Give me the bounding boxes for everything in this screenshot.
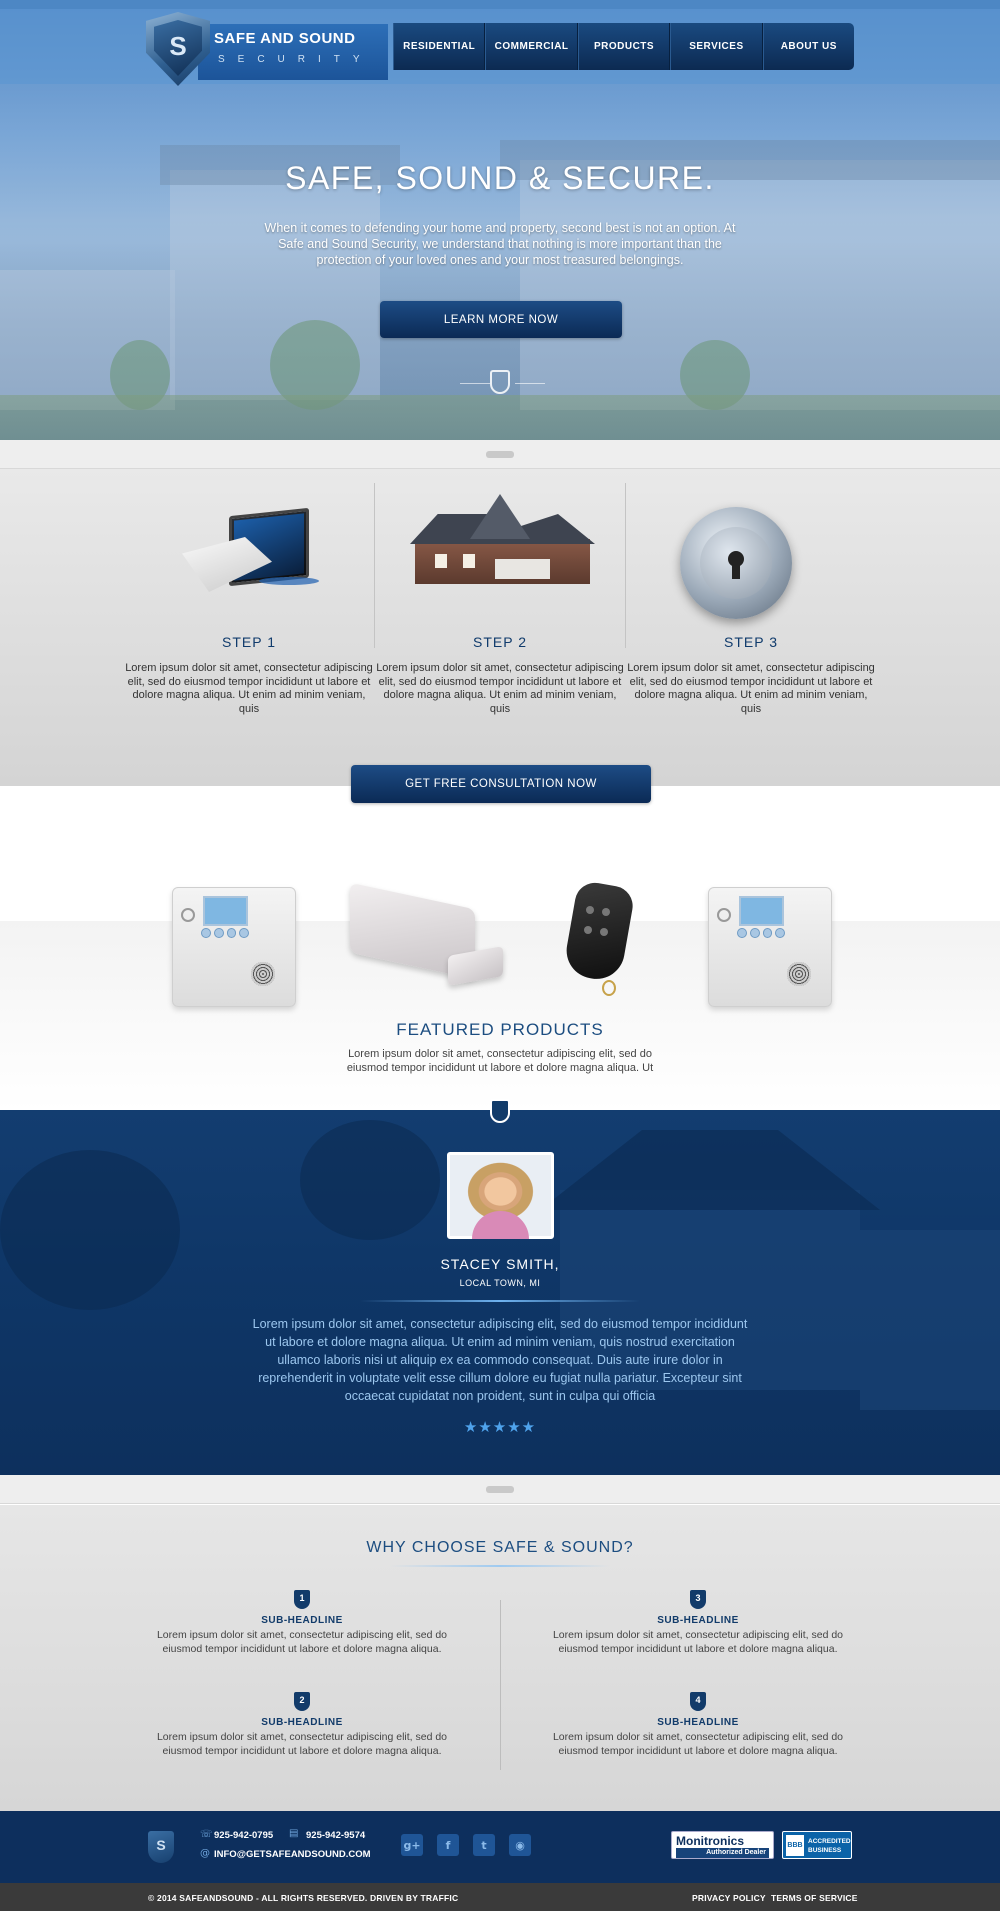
customer-photo [447, 1152, 554, 1239]
section-divider [0, 1475, 1000, 1504]
step-title: STEP 2 [473, 634, 527, 650]
footer-logo[interactable]: S [148, 1831, 174, 1863]
bbb-logo: BBB [786, 1835, 804, 1856]
testimonial-quote: Lorem ipsum dolor sit amet, consectetur … [252, 1317, 748, 1403]
bg-roof [540, 1130, 880, 1210]
bbb-accredited-badge[interactable]: BBB ACCREDITED BUSINESS [782, 1831, 852, 1859]
step-text: Lorem ipsum dolor sit amet, consectetur … [627, 662, 875, 715]
footer-fax: 925-942-9574 [306, 1830, 366, 1841]
rating-stars: ★★★★★ [463, 1418, 537, 1436]
bg-tree [300, 1120, 440, 1240]
rss-icon[interactable]: ◉ [509, 1834, 531, 1856]
monitronics-badge[interactable]: Monitronics Authorized Dealer [671, 1831, 774, 1859]
learn-more-button[interactable]: LEARN MORE NOW [380, 301, 622, 338]
logo-tagline: SECURITY [218, 54, 373, 65]
main-nav: RESIDENTIAL COMMERCIAL PRODUCTS SERVICES… [393, 23, 854, 70]
bottom-bar: © 2014 SAFEANDSOUND - ALL RIGHTS RESERVE… [0, 1883, 1000, 1911]
feature-headline: SUB-HEADLINE [261, 1717, 343, 1728]
footer-phone[interactable]: 925-942-0795 [214, 1830, 273, 1841]
feature-headline: SUB-HEADLINE [261, 1615, 343, 1626]
nav-item-commercial[interactable]: COMMERCIAL [485, 23, 578, 70]
feature-text: Lorem ipsum dolor sit amet, consectetur … [156, 1731, 448, 1757]
feature-text: Lorem ipsum dolor sit amet, consectetur … [552, 1731, 844, 1757]
logo-name: SAFE AND SOUND [214, 30, 356, 47]
step-card: STEP 3 Lorem ipsum dolor sit amet, conse… [626, 469, 876, 716]
alarm-panel-image[interactable] [172, 887, 296, 1007]
house-icon [375, 469, 625, 634]
nav-item-residential[interactable]: RESIDENTIAL [393, 23, 486, 70]
column-separator [500, 1600, 501, 1770]
shield-icon [490, 370, 510, 394]
step-card: STEP 2 Lorem ipsum dolor sit amet, conse… [375, 469, 625, 716]
nav-item-services[interactable]: SERVICES [670, 23, 763, 70]
phone-icon: ☏ [200, 1829, 213, 1840]
customer-location: LOCAL TOWN, MI [459, 1278, 541, 1288]
google-plus-icon[interactable]: g+ [401, 1834, 423, 1856]
feature-item: 3 SUB-HEADLINE Lorem ipsum dolor sit ame… [538, 1590, 858, 1656]
monitronics-name: Monitronics [676, 1834, 744, 1848]
divider-handle [486, 1486, 514, 1493]
key-fob-image[interactable] [562, 879, 640, 1004]
terms-of-service-link[interactable]: TERMS OF SERVICE [771, 1893, 858, 1903]
footer-email[interactable]: INFO@GETSAFEANDSOUND.COM [214, 1849, 371, 1860]
step-title: STEP 1 [222, 634, 276, 650]
steps-section: STEP 1 Lorem ipsum dolor sit amet, conse… [0, 469, 1000, 786]
nav-item-products[interactable]: PRODUCTS [577, 23, 671, 70]
step-text: Lorem ipsum dolor sit amet, consectetur … [125, 662, 373, 715]
fax-icon: ▤ [289, 1828, 299, 1839]
hero-text: When it comes to defending your home and… [264, 221, 736, 267]
feature-text: Lorem ipsum dolor sit amet, consectetur … [552, 1629, 844, 1655]
nav-item-about-us[interactable]: ABOUT US [762, 23, 854, 70]
site-logo[interactable]: S SAFE AND SOUND SECURITY [146, 12, 394, 86]
feature-item: 2 SUB-HEADLINE Lorem ipsum dolor sit ame… [142, 1692, 462, 1758]
bbb-text: ACCREDITED BUSINESS [808, 1837, 851, 1855]
step-card: STEP 1 Lorem ipsum dolor sit amet, conse… [124, 469, 374, 716]
testimonial-section: STACEY SMITH, LOCAL TOWN, MI Lorem ipsum… [0, 1110, 1000, 1475]
step-title: STEP 3 [724, 634, 778, 650]
divider-handle [486, 451, 514, 458]
divider-line [460, 383, 490, 384]
step-text: Lorem ipsum dolor sit amet, consectetur … [376, 662, 624, 715]
glow-line [390, 1565, 610, 1567]
why-choose-section: WHY CHOOSE SAFE & SOUND? 1 SUB-HEADLINE … [0, 1505, 1000, 1811]
products-section: FEATURED PRODUCTS Lorem ipsum dolor sit … [0, 804, 1000, 1111]
number-shield-icon: 3 [690, 1590, 706, 1609]
email-icon: @ [200, 1848, 210, 1859]
feature-headline: SUB-HEADLINE [657, 1615, 739, 1626]
bbb-line-2: BUSINESS [808, 1847, 842, 1854]
divider-line [515, 383, 545, 384]
alarm-panel-image[interactable] [708, 887, 832, 1007]
privacy-policy-link[interactable]: PRIVACY POLICY [692, 1893, 766, 1903]
featured-products-title: FEATURED PRODUCTS [396, 1020, 604, 1039]
bbb-line-1: ACCREDITED [808, 1838, 851, 1845]
door-sensor-image[interactable] [350, 882, 505, 1006]
facebook-icon[interactable]: f [437, 1834, 459, 1856]
free-consultation-button[interactable]: GET FREE CONSULTATION NOW [351, 765, 651, 803]
why-choose-title: WHY CHOOSE SAFE & SOUND? [366, 1539, 634, 1556]
featured-products-text: Lorem ipsum dolor sit amet, consectetur … [346, 1048, 654, 1074]
feature-item: 4 SUB-HEADLINE Lorem ipsum dolor sit ame… [538, 1692, 858, 1758]
customer-name: STACEY SMITH, [440, 1256, 560, 1272]
number-shield-icon: 4 [690, 1692, 706, 1711]
copyright-text: © 2014 SAFEANDSOUND - ALL RIGHTS RESERVE… [148, 1893, 459, 1903]
number-shield-icon: 1 [294, 1590, 310, 1609]
hero-section: S SAFE AND SOUND SECURITY RESIDENTIAL CO… [0, 0, 1000, 440]
section-divider [0, 440, 1000, 469]
footer: S ☏ 925-942-0795 ▤ 925-942-9574 @ INFO@G… [0, 1811, 1000, 1883]
hero-title: SAFE, SOUND & SECURE. [285, 160, 715, 196]
glow-line [360, 1300, 640, 1302]
feature-text: Lorem ipsum dolor sit amet, consectetur … [156, 1629, 448, 1655]
envelope-monitor-icon [124, 469, 374, 634]
feature-headline: SUB-HEADLINE [657, 1717, 739, 1728]
feature-item: 1 SUB-HEADLINE Lorem ipsum dolor sit ame… [142, 1590, 462, 1656]
shield-icon [490, 1099, 510, 1123]
lock-cylinder-icon [626, 469, 876, 634]
monitronics-sub: Authorized Dealer [676, 1848, 769, 1858]
twitter-icon[interactable]: t [473, 1834, 495, 1856]
number-shield-icon: 2 [294, 1692, 310, 1711]
